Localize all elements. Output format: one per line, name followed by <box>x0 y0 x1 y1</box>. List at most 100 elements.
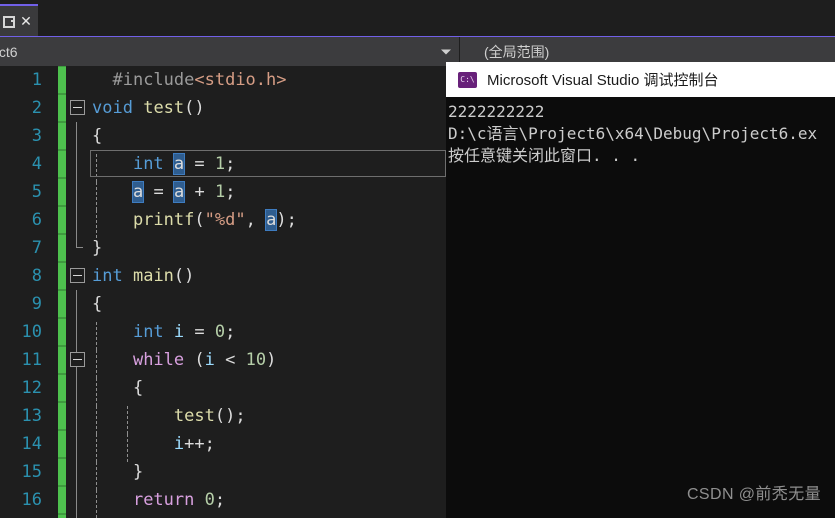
collapse-toggle-test[interactable] <box>70 100 85 115</box>
token-variable-a: a <box>266 210 277 230</box>
token-number-10: 10 <box>245 350 267 370</box>
change-indicator <box>58 318 66 346</box>
change-indicator <box>58 374 66 402</box>
fold-column[interactable] <box>66 346 90 374</box>
token-keyword-while: while <box>132 350 185 370</box>
change-indicator <box>58 486 66 514</box>
fold-guide-line <box>76 374 77 402</box>
fold-column[interactable] <box>66 486 90 514</box>
token-paren-l: ( <box>194 210 205 230</box>
console-output-line: D:\c语言\Project6\x64\Debug\Project6.ex <box>448 124 818 143</box>
token-semicolon: ; <box>225 154 236 174</box>
fold-column[interactable] <box>66 94 90 122</box>
project-scope-value: ject6 <box>0 43 18 60</box>
fold-guide-line <box>76 514 77 518</box>
change-indicator <box>58 290 66 318</box>
token-assign: = <box>194 154 205 174</box>
fold-column[interactable] <box>66 430 90 458</box>
fold-column[interactable] <box>66 234 90 262</box>
console-output[interactable]: 2222222222 D:\c语言\Project6\x64\Debug\Pro… <box>446 97 835 518</box>
fold-column[interactable] <box>66 206 90 234</box>
token-string-format: "%d" <box>204 210 246 230</box>
fold-column[interactable] <box>66 150 90 178</box>
change-indicator <box>58 262 66 290</box>
token-number-1: 1 <box>214 182 226 202</box>
fold-column[interactable] <box>66 374 90 402</box>
visual-studio-window: ✕ ject6 (全局范围) 1 #include<stdio.h> 2 <box>0 0 835 518</box>
fold-column[interactable] <box>66 514 90 518</box>
fold-guide-line <box>76 150 77 178</box>
change-indicator <box>58 66 66 94</box>
editor-tab-active[interactable]: ✕ <box>0 4 38 36</box>
token-assign: = <box>194 322 205 342</box>
fold-guide-line <box>76 178 77 206</box>
token-number-1: 1 <box>214 154 226 174</box>
chevron-down-icon[interactable] <box>441 49 451 54</box>
fold-guide-line <box>76 402 77 430</box>
token-semicolon: ; <box>225 322 236 342</box>
token-number-0: 0 <box>204 490 215 510</box>
line-number: 1 <box>31 70 42 90</box>
line-number: 15 <box>21 462 42 482</box>
console-output-line: 2222222222 <box>448 102 545 121</box>
change-indicator <box>58 178 66 206</box>
change-indicator <box>58 458 66 486</box>
token-semicolon: ; <box>204 434 215 454</box>
line-number: 7 <box>31 238 42 258</box>
fold-guide-line <box>76 290 77 318</box>
change-indicator <box>58 430 66 458</box>
collapse-toggle-while[interactable] <box>70 352 85 367</box>
token-keyword-void: void <box>92 98 133 118</box>
token-keyword-int: int <box>132 322 164 342</box>
token-parens: () <box>173 266 195 286</box>
fold-guide-line <box>76 318 77 346</box>
line-number: 3 <box>31 126 42 146</box>
pin-icon[interactable] <box>3 15 15 28</box>
token-semicolon: ; <box>286 210 297 230</box>
token-brace-close: } <box>132 462 144 482</box>
fold-column[interactable] <box>66 178 90 206</box>
token-increment: ++ <box>184 434 205 454</box>
token-function-main: main <box>132 266 174 286</box>
token-variable-a: a <box>173 154 185 174</box>
change-indicator <box>58 234 66 262</box>
fold-column[interactable] <box>66 262 90 290</box>
editor-tab-strip: ✕ <box>0 0 835 36</box>
token-variable-a: a <box>132 182 144 202</box>
line-number: 6 <box>31 210 42 230</box>
fold-column[interactable] <box>66 122 90 150</box>
console-title-text: Microsoft Visual Studio 调试控制台 <box>487 72 719 89</box>
fold-guide-line <box>76 122 77 150</box>
token-paren-l: ( <box>194 350 205 370</box>
fold-column[interactable] <box>66 66 90 94</box>
debug-console-window[interactable]: C:\ Microsoft Visual Studio 调试控制台 222222… <box>446 62 835 518</box>
fold-column[interactable] <box>66 318 90 346</box>
change-indicator <box>58 206 66 234</box>
line-number: 11 <box>21 350 42 370</box>
project-scope-dropdown[interactable]: ject6 <box>0 37 460 66</box>
console-title-bar[interactable]: C:\ Microsoft Visual Studio 调试控制台 <box>446 62 835 97</box>
line-number: 12 <box>21 378 42 398</box>
close-icon[interactable]: ✕ <box>20 14 32 28</box>
watermark: CSDN @前秃无量 <box>686 486 821 503</box>
token-brace-open: { <box>92 294 103 314</box>
change-indicator <box>58 402 66 430</box>
console-window-icon: C:\ <box>458 71 477 88</box>
token-assign: = <box>153 182 164 202</box>
token-number-0: 0 <box>214 322 226 342</box>
token-brace-open: { <box>92 126 103 146</box>
token-brace-close: } <box>92 238 103 258</box>
line-number: 4 <box>31 154 42 174</box>
fold-guide-line <box>76 486 77 514</box>
token-keyword-return: return <box>132 490 195 510</box>
fold-guide-line <box>76 234 77 248</box>
token-paren-r: ) <box>266 350 277 370</box>
collapse-toggle-main[interactable] <box>70 268 85 283</box>
fold-column[interactable] <box>66 290 90 318</box>
token-plus: + <box>194 182 205 202</box>
change-indicator <box>58 346 66 374</box>
fold-column[interactable] <box>66 402 90 430</box>
fold-column[interactable] <box>66 458 90 486</box>
token-function-printf: printf <box>132 210 195 230</box>
fold-guide-line <box>76 430 77 458</box>
